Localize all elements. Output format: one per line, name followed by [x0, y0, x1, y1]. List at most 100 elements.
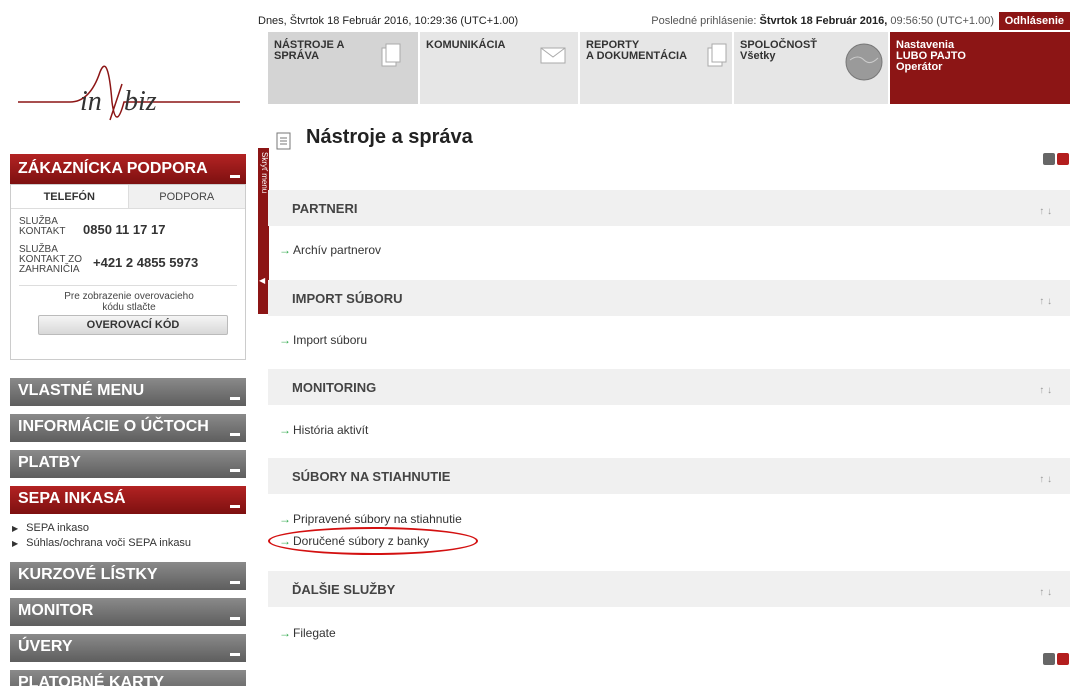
phone-number-domestic: 0850 11 17 17: [83, 222, 166, 237]
section-header-partners[interactable]: PARTNERI ↑ ↓: [268, 190, 1070, 226]
nav-user-role: Operátor: [896, 61, 943, 73]
chevron-down-icon: [230, 505, 240, 508]
link-label: Import súboru: [293, 333, 368, 347]
reorder-arrows-icon[interactable]: ↑ ↓: [1039, 206, 1052, 217]
section-header-other-services[interactable]: ĎALŠIE SLUŽBY ↑ ↓: [268, 571, 1070, 607]
nav-company[interactable]: SPOLOČNOSŤ Všetky: [734, 32, 888, 104]
inbiz-logo[interactable]: in biz: [0, 32, 248, 152]
link-activity-history[interactable]: → História aktivít: [279, 423, 368, 437]
current-date: Dnes, Štvrtok 18 Február 2016, 10:29:36 …: [258, 15, 519, 27]
customer-support-header[interactable]: ZÁKAZNÍCKA PODPORA: [10, 154, 246, 184]
tab-phone[interactable]: TELEFÓN: [11, 185, 128, 208]
last-login: Posledné prihlásenie: Štvrtok 18 Február…: [651, 15, 994, 27]
verify-instructions-line: Pre zobrazenie overovacieho: [64, 291, 194, 302]
link-label: História aktivít: [293, 423, 369, 437]
phone-number-abroad: +421 2 4855 5973: [93, 255, 199, 270]
contact-label-abroad: SLUŽBA KONTAKT ZO ZAHRANIČIA: [19, 245, 82, 275]
verify-instructions: Pre zobrazenie overovacieho kódu stlačte: [11, 291, 247, 313]
link-partner-archive[interactable]: → Archív partnerov: [279, 243, 381, 257]
section-title: ĎALŠIE SLUŽBY: [292, 582, 396, 597]
chevron-left-icon: ◀: [259, 276, 266, 285]
chevron-down-icon: [230, 175, 240, 178]
arrow-right-icon: →: [279, 512, 291, 526]
verify-instructions-line: kódu stlačte: [102, 302, 156, 313]
menu-label: PLATOBNÉ KARTY: [18, 674, 165, 686]
section-title: IMPORT SÚBORU: [292, 291, 403, 306]
section-title: SÚBORY NA STIAHNUTIE: [292, 469, 451, 484]
sidebar-item-sepa-inkaso[interactable]: SEPA inkaso: [12, 522, 89, 534]
menu-label: VLASTNÉ MENU: [18, 382, 145, 399]
last-login-time: 09:56:50 (UTC+1.00): [890, 15, 994, 27]
arrow-right-icon: →: [279, 423, 291, 437]
tab-support[interactable]: PODPORA: [127, 185, 245, 208]
nav-tools[interactable]: NÁSTROJE A SPRÁVA: [268, 32, 418, 104]
section-title: PARTNERI: [292, 201, 358, 216]
arrow-right-icon: →: [279, 333, 291, 347]
svg-text:in: in: [80, 86, 102, 117]
document-icon: [276, 132, 291, 150]
nav-label: A DOKUMENTÁCIA: [586, 50, 688, 62]
top-navigation: NÁSTROJE A SPRÁVA KOMUNIKÁCIA REPORTY A …: [268, 32, 1070, 104]
menu-monitor[interactable]: MONITOR: [10, 598, 246, 626]
arrow-right-icon: →: [279, 626, 291, 640]
page-title: Nástroje a správa: [306, 126, 473, 148]
menu-label: INFORMÁCIE O ÚČTOCH: [18, 418, 209, 435]
verification-code-button[interactable]: OVEROVACÍ KÓD: [38, 315, 228, 335]
chevron-down-icon: [230, 581, 240, 584]
documents-icon: [381, 43, 401, 67]
collapse-all-icon[interactable]: [1043, 153, 1055, 165]
sidebar-item-sepa-consent[interactable]: Súhlas/ochrana voči SEPA inkasu: [12, 537, 191, 549]
menu-sepa[interactable]: SEPA INKASÁ: [10, 486, 246, 514]
menu-payment-cards[interactable]: PLATOBNÉ KARTY: [10, 670, 246, 686]
chevron-down-icon: [230, 653, 240, 656]
svg-text:biz: biz: [124, 86, 157, 117]
support-tabs: TELEFÓN PODPORA: [11, 185, 245, 209]
link-file-import[interactable]: → Import súboru: [279, 333, 367, 347]
reorder-arrows-icon[interactable]: ↑ ↓: [1039, 296, 1052, 307]
menu-label: PLATBY: [18, 454, 81, 471]
highlight-annotation: [268, 527, 478, 555]
documents-icon: [707, 43, 727, 67]
reorder-arrows-icon[interactable]: ↑ ↓: [1039, 587, 1052, 598]
link-filegate[interactable]: → Filegate: [279, 626, 336, 640]
link-label: Filegate: [293, 626, 336, 640]
section-header-import[interactable]: IMPORT SÚBORU ↑ ↓: [268, 280, 1070, 316]
nav-settings[interactable]: Nastavenia LUBO PAJTO Operátor: [890, 32, 1070, 104]
reorder-arrows-icon[interactable]: ↑ ↓: [1039, 474, 1052, 485]
top-bar: Dnes, Štvrtok 18 Február 2016, 10:29:36 …: [258, 12, 1070, 30]
arrow-right-icon: →: [279, 243, 291, 257]
menu-label: SEPA INKASÁ: [18, 490, 126, 507]
last-login-date: Štvrtok 18 Február 2016,: [759, 15, 888, 27]
menu-payments[interactable]: PLATBY: [10, 450, 246, 478]
chevron-down-icon: [230, 397, 240, 400]
menu-own-menu[interactable]: VLASTNÉ MENU: [10, 378, 246, 406]
menu-loans[interactable]: ÚVERY: [10, 634, 246, 662]
logout-button[interactable]: Odhlásenie: [998, 12, 1070, 30]
last-login-label: Posledné prihlásenie:: [651, 15, 757, 27]
chevron-down-icon: [230, 469, 240, 472]
section-header-downloads[interactable]: SÚBORY NA STIAHNUTIE ↑ ↓: [268, 458, 1070, 494]
expand-all-icon[interactable]: [1057, 653, 1069, 665]
link-label: Archív partnerov: [293, 243, 382, 257]
contact-label-line: KONTAKT: [19, 226, 66, 237]
collapse-all-icon[interactable]: [1043, 653, 1055, 665]
expand-all-icon[interactable]: [1057, 153, 1069, 165]
chevron-down-icon: [230, 433, 240, 436]
menu-label: MONITOR: [18, 602, 94, 619]
link-prepared-files[interactable]: → Pripravené súbory na stiahnutie: [279, 512, 462, 526]
reorder-arrows-icon[interactable]: ↑ ↓: [1039, 385, 1052, 396]
section-title: MONITORING: [292, 380, 377, 395]
hide-menu-label: Skryť menu: [260, 152, 269, 194]
menu-exchange-rates[interactable]: KURZOVÉ LÍSTKY: [10, 562, 246, 590]
section-header-monitoring[interactable]: MONITORING ↑ ↓: [268, 369, 1070, 405]
menu-account-info[interactable]: INFORMÁCIE O ÚČTOCH: [10, 414, 246, 442]
menu-label: ÚVERY: [18, 638, 73, 655]
globe-icon: [845, 43, 883, 81]
sidebar: in biz ZÁKAZNÍCKA PODPORA TELEFÓN PODPOR…: [0, 32, 248, 686]
nav-communication[interactable]: KOMUNIKÁCIA: [420, 32, 578, 104]
chevron-down-icon: [230, 617, 240, 620]
support-panel: TELEFÓN PODPORA SLUŽBA KONTAKT 0850 11 1…: [10, 184, 246, 360]
divider: [19, 285, 237, 286]
customer-support-label: ZÁKAZNÍCKA PODPORA: [18, 160, 208, 177]
nav-reports[interactable]: REPORTY A DOKUMENTÁCIA: [580, 32, 732, 104]
